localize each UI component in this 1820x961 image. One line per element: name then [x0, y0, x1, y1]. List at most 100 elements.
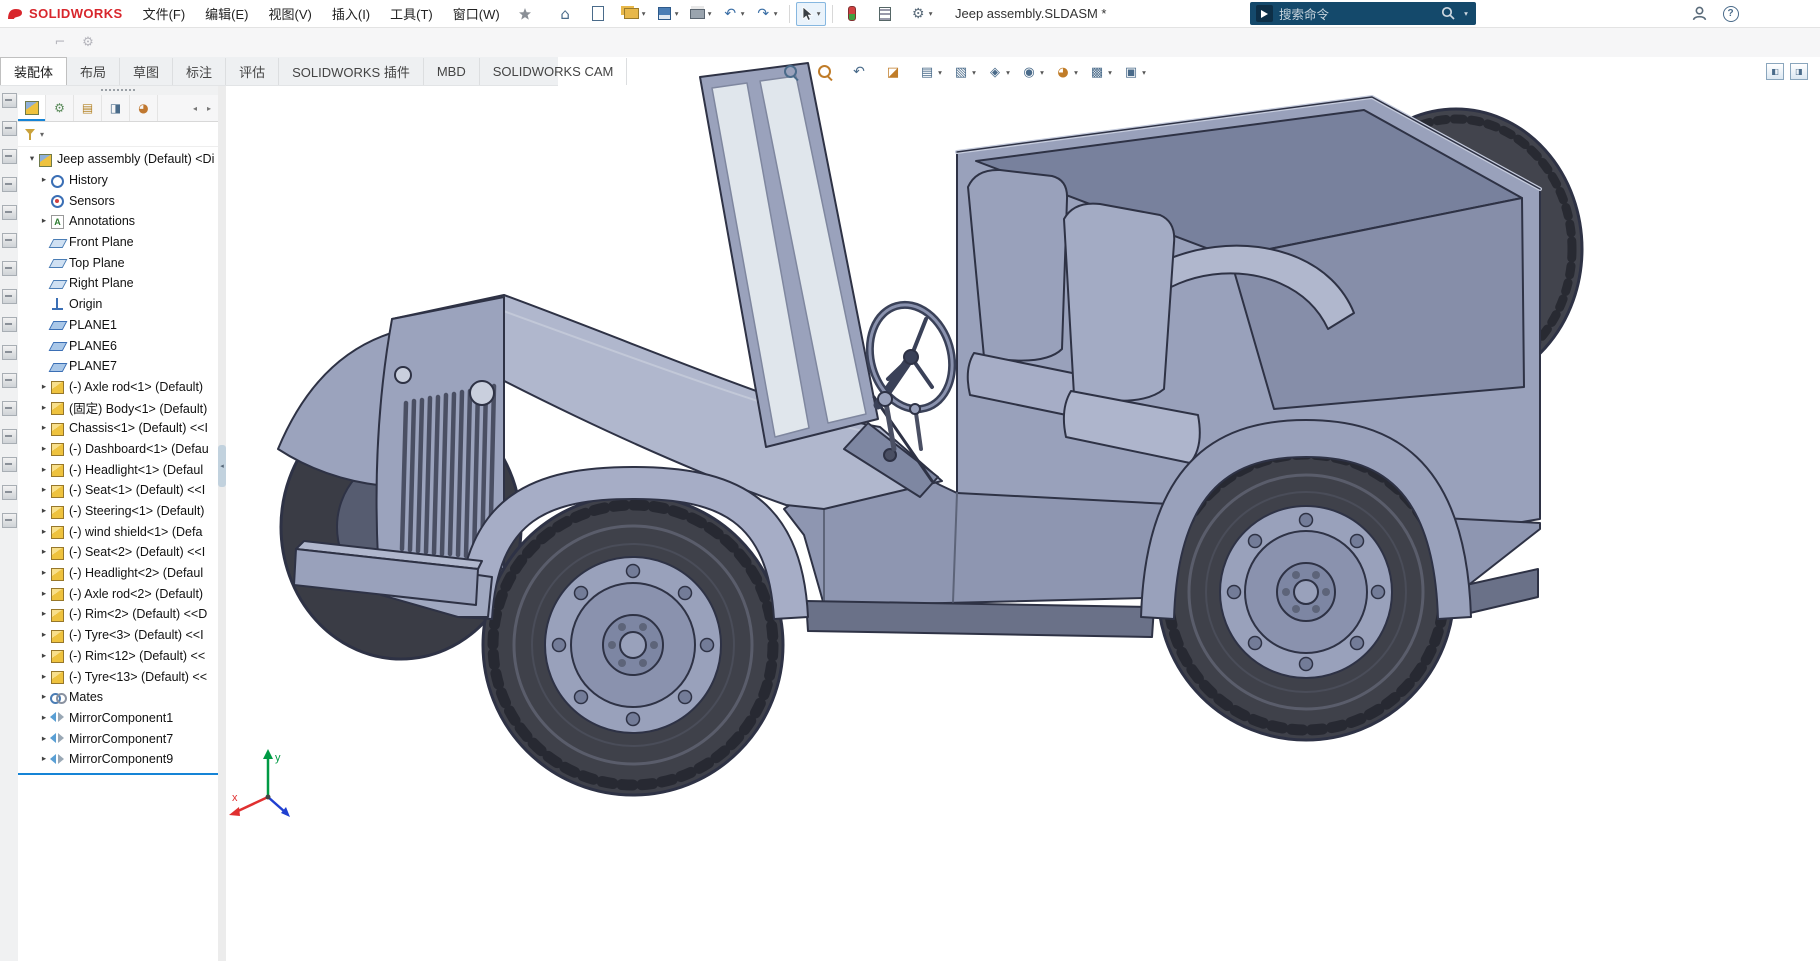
- expand-arrow-icon[interactable]: [38, 175, 50, 185]
- tree-item[interactable]: PLANE7: [18, 356, 218, 377]
- left-tool-icon[interactable]: [1, 513, 17, 528]
- display-style-icon[interactable]: [984, 62, 1014, 82]
- select-tool-caret[interactable]: [815, 9, 823, 18]
- property-manager-tab-icon[interactable]: [46, 95, 74, 121]
- hide-show-items-icon[interactable]: [1018, 62, 1048, 82]
- view-settings-icon[interactable]: [1120, 62, 1150, 82]
- account-button[interactable]: [1690, 4, 1709, 23]
- save-icon[interactable]: [653, 3, 684, 24]
- tree-item[interactable]: (-) Rim<2> (Default) <<D: [18, 604, 218, 625]
- zoom-area-icon[interactable]: [814, 62, 844, 82]
- tree-item[interactable]: (-) Headlight<1> (Defaul: [18, 459, 218, 480]
- dimxpert-tab-icon[interactable]: [102, 95, 130, 121]
- left-tool-icon[interactable]: [1, 485, 17, 500]
- menu-item[interactable]: 文件(F): [133, 0, 196, 27]
- feature-tree-tab-icon[interactable]: [18, 95, 46, 121]
- rebuild-icon[interactable]: [841, 3, 872, 24]
- search-input[interactable]: 搜索命令: [1279, 4, 1435, 23]
- tree-item[interactable]: History: [18, 170, 218, 191]
- tabs-scroll-right-icon[interactable]: [203, 100, 215, 116]
- command-tab[interactable]: 草图: [120, 58, 174, 85]
- filter-funnel-icon[interactable]: [24, 128, 37, 141]
- collapse-pane-right-icon[interactable]: [1790, 63, 1808, 80]
- home-icon[interactable]: [554, 3, 585, 24]
- tree-item[interactable]: MirrorComponent7: [18, 728, 218, 749]
- expand-arrow-icon[interactable]: [38, 713, 50, 723]
- previous-view-icon[interactable]: [848, 62, 878, 82]
- command-search[interactable]: 搜索命令: [1250, 2, 1476, 25]
- task-list-icon[interactable]: [874, 3, 905, 24]
- edit-appearance-icon[interactable]: [1052, 62, 1082, 82]
- zoom-fit-icon[interactable]: [780, 62, 810, 82]
- left-tool-icon[interactable]: [1, 289, 17, 304]
- expand-arrow-icon[interactable]: [26, 154, 38, 164]
- expand-arrow-icon[interactable]: [38, 485, 50, 495]
- left-tool-icon[interactable]: [1, 149, 17, 164]
- expand-arrow-icon[interactable]: [38, 423, 50, 433]
- tree-item[interactable]: (-) Axle rod<1> (Default): [18, 377, 218, 398]
- expand-arrow-icon[interactable]: [38, 651, 50, 661]
- command-tab[interactable]: MBD: [424, 58, 480, 85]
- tree-item[interactable]: (-) Seat<2> (Default) <<I: [18, 542, 218, 563]
- print-icon[interactable]: [686, 3, 717, 24]
- command-tab[interactable]: SOLIDWORKS CAM: [480, 58, 628, 85]
- command-tab[interactable]: SOLIDWORKS 插件: [279, 58, 424, 85]
- tree-item[interactable]: Top Plane: [18, 252, 218, 273]
- tree-item[interactable]: MirrorComponent1: [18, 708, 218, 729]
- configuration-tab-icon[interactable]: [74, 95, 102, 121]
- expand-arrow-icon[interactable]: [38, 609, 50, 619]
- expand-arrow-icon[interactable]: [38, 672, 50, 682]
- apply-scene-icon[interactable]: [1086, 62, 1116, 82]
- tree-item[interactable]: (-) Dashboard<1> (Defau: [18, 439, 218, 460]
- tree-item[interactable]: Origin: [18, 294, 218, 315]
- view-orientation-icon[interactable]: [950, 62, 980, 82]
- expand-arrow-icon[interactable]: [38, 692, 50, 702]
- expand-arrow-icon[interactable]: [38, 754, 50, 764]
- graphics-viewport[interactable]: y x: [226, 57, 1820, 961]
- expand-arrow-icon[interactable]: [38, 589, 50, 599]
- expand-arrow-icon[interactable]: [38, 568, 50, 578]
- menu-item[interactable]: 插入(I): [322, 0, 380, 27]
- headlight-left[interactable]: [394, 366, 412, 384]
- favorites-star-icon[interactable]: [518, 7, 532, 21]
- expand-arrow-icon[interactable]: [38, 527, 50, 537]
- command-tab[interactable]: 标注: [173, 58, 227, 85]
- filter-caret-icon[interactable]: ▾: [40, 130, 44, 139]
- tree-item[interactable]: PLANE6: [18, 335, 218, 356]
- left-tool-icon[interactable]: [1, 401, 17, 416]
- tree-item[interactable]: (-) Tyre<3> (Default) <<I: [18, 625, 218, 646]
- tree-item[interactable]: (固定) Body<1> (Default): [18, 397, 218, 418]
- open-icon[interactable]: [620, 3, 651, 24]
- options-gear-icon[interactable]: [907, 3, 938, 24]
- left-tool-icon[interactable]: [1, 457, 17, 472]
- undo-icon[interactable]: [719, 3, 750, 24]
- tree-item[interactable]: (-) Headlight<2> (Defaul: [18, 563, 218, 584]
- expand-arrow-icon[interactable]: [38, 216, 50, 226]
- left-tool-icon[interactable]: [1, 93, 17, 108]
- redo-icon[interactable]: [752, 3, 783, 24]
- command-tab[interactable]: 评估: [226, 58, 280, 85]
- expand-arrow-icon[interactable]: [38, 465, 50, 475]
- tree-item[interactable]: Mates: [18, 687, 218, 708]
- front-left-wheel[interactable]: [481, 493, 785, 797]
- tree-item[interactable]: Right Plane: [18, 273, 218, 294]
- expand-arrow-icon[interactable]: [38, 734, 50, 744]
- expand-arrow-icon[interactable]: [38, 547, 50, 557]
- jeep-3d-model[interactable]: y x: [226, 57, 1820, 961]
- left-tool-icon[interactable]: [1, 345, 17, 360]
- left-tool-icon[interactable]: [1, 429, 17, 444]
- search-scope-caret[interactable]: [1462, 9, 1470, 18]
- tree-root-item[interactable]: Jeep assembly (Default) <Di: [18, 149, 218, 170]
- tree-item[interactable]: Chassis<1> (Default) <<I: [18, 418, 218, 439]
- tree-item[interactable]: Front Plane: [18, 232, 218, 253]
- command-tab[interactable]: 装配体: [0, 57, 68, 85]
- left-tool-icon[interactable]: [1, 261, 17, 276]
- command-tab[interactable]: 布局: [67, 58, 121, 85]
- headlight-right[interactable]: [469, 380, 495, 406]
- menu-item[interactable]: 编辑(E): [195, 0, 258, 27]
- tree-item[interactable]: MirrorComponent9: [18, 749, 218, 770]
- left-tool-icon[interactable]: [1, 233, 17, 248]
- left-tool-icon[interactable]: [1, 177, 17, 192]
- chassis-rail[interactable]: [805, 600, 1155, 638]
- section-view-icon[interactable]: [882, 62, 912, 82]
